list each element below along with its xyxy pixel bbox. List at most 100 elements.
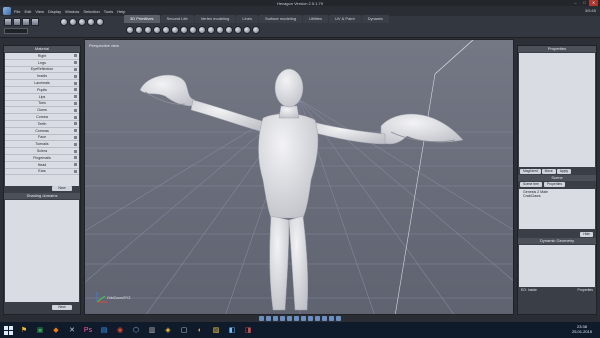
- material-item[interactable]: Legs: [5, 60, 79, 67]
- cylinder-icon[interactable]: [144, 26, 152, 34]
- taskbar-app-icon[interactable]: ◨: [241, 323, 255, 337]
- hide-button[interactable]: Hide: [580, 232, 593, 237]
- menu-help[interactable]: Help: [117, 9, 125, 14]
- new-shading-domain-button[interactable]: New: [52, 305, 72, 310]
- 3d-viewport[interactable]: Perspective view Orb/Zoom/XYZ: [84, 39, 514, 315]
- taskbar-app-icon[interactable]: ▣: [33, 323, 47, 337]
- mag-ident-button[interactable]: Mag/Ident: [520, 169, 541, 174]
- tube-icon[interactable]: [189, 26, 197, 34]
- material-item[interactable]: Irradis: [5, 73, 79, 81]
- tab-3d-primitives[interactable]: 3D Primitives: [124, 15, 160, 23]
- snap-icon[interactable]: [259, 316, 264, 321]
- taskbar-app-icon[interactable]: ⬡: [129, 323, 143, 337]
- cube-icon[interactable]: [135, 26, 143, 34]
- pan-icon[interactable]: [280, 316, 285, 321]
- light-icon[interactable]: [308, 316, 313, 321]
- taskbar-app-icon[interactable]: ▢: [177, 323, 191, 337]
- new-material-button[interactable]: New: [52, 186, 72, 191]
- material-item[interactable]: Head: [5, 162, 79, 169]
- menu-edit[interactable]: Edit: [24, 9, 31, 14]
- grid-snap-icon[interactable]: [266, 316, 271, 321]
- material-item[interactable]: Lacrimals: [5, 80, 79, 87]
- menu-tools[interactable]: Tools: [104, 9, 113, 14]
- render-icon[interactable]: [315, 316, 320, 321]
- paint-select-icon[interactable]: [22, 18, 30, 26]
- apply-button[interactable]: Apply: [556, 169, 571, 174]
- text-primitive-icon[interactable]: [252, 26, 260, 34]
- material-item[interactable]: Pupils: [5, 87, 79, 94]
- material-item[interactable]: Face: [5, 135, 79, 142]
- center-icon[interactable]: [96, 18, 104, 26]
- scene-item[interactable]: CrabClaws: [523, 194, 591, 198]
- material-item[interactable]: Teeth: [5, 121, 79, 128]
- material-item[interactable]: Right: [5, 53, 79, 60]
- material-item[interactable]: Sclera: [5, 148, 79, 155]
- magic-select-icon[interactable]: [31, 18, 39, 26]
- plane-icon[interactable]: [171, 26, 179, 34]
- move-button[interactable]: Move: [541, 169, 556, 174]
- tab-utilities[interactable]: Utilities: [303, 15, 328, 23]
- orbit-icon[interactable]: [294, 316, 299, 321]
- material-item[interactable]: Lips: [5, 94, 79, 101]
- taskbar-app-icon[interactable]: Ps: [81, 323, 95, 337]
- menu-view[interactable]: View: [35, 9, 44, 14]
- sphere-icon[interactable]: [126, 26, 134, 34]
- spiral-icon[interactable]: [243, 26, 251, 34]
- taskbar-app-icon[interactable]: ◆: [49, 323, 63, 337]
- material-item[interactable]: Cornea: [5, 114, 79, 121]
- zoom-icon[interactable]: [287, 316, 292, 321]
- move-icon[interactable]: [60, 18, 68, 26]
- menu-window[interactable]: Window: [65, 9, 79, 14]
- status-right[interactable]: Properties: [578, 288, 593, 292]
- taskbar-app-icon[interactable]: ⚑: [17, 323, 31, 337]
- star-icon[interactable]: [198, 26, 206, 34]
- taskbar-app-icon[interactable]: ◈: [161, 323, 175, 337]
- frame-icon[interactable]: [301, 316, 306, 321]
- camera-icon[interactable]: [273, 316, 278, 321]
- tab-scene-properties[interactable]: Properties: [543, 182, 565, 187]
- taskbar-app-icon[interactable]: ▥: [145, 323, 159, 337]
- material-item[interactable]: Gums: [5, 107, 79, 115]
- selection-field[interactable]: [4, 28, 28, 34]
- tab-surface-modeling[interactable]: Surface modeling: [258, 15, 303, 23]
- material-item[interactable]: EyeReflection: [5, 67, 79, 74]
- menu-file[interactable]: File: [14, 9, 20, 14]
- tab-vertex-modeling[interactable]: Vertex modeling: [194, 15, 236, 23]
- rotate-icon[interactable]: [69, 18, 77, 26]
- disc-icon[interactable]: [180, 26, 188, 34]
- material-item[interactable]: Fingernails: [5, 155, 79, 162]
- taskbar-app-icon[interactable]: ◐: [193, 323, 207, 337]
- lasso-icon[interactable]: [13, 18, 21, 26]
- start-button-icon[interactable]: [0, 322, 16, 338]
- material-item[interactable]: Toes: [5, 101, 79, 108]
- taskbar-clock[interactable]: 23:38 25.01.2015: [572, 324, 592, 334]
- tab-uv-paint[interactable]: UV & Paint: [328, 15, 361, 23]
- viewport-scene[interactable]: [85, 40, 514, 315]
- select-arrow-icon[interactable]: [4, 18, 12, 26]
- material-item[interactable]: Ears: [5, 169, 79, 176]
- taskbar-app-icon[interactable]: ▤: [97, 323, 111, 337]
- universal-icon[interactable]: [87, 18, 95, 26]
- menu-selection[interactable]: Selection: [83, 9, 99, 14]
- tab-scene-tree[interactable]: Scene tree: [520, 182, 542, 187]
- taskbar-app-icon[interactable]: ✕: [65, 323, 79, 337]
- wireframe-icon[interactable]: [322, 316, 327, 321]
- taskbar-app-icon[interactable]: ◧: [225, 323, 239, 337]
- texture-icon[interactable]: [336, 316, 341, 321]
- menu-display[interactable]: Display: [48, 9, 61, 14]
- tab-second-life[interactable]: Second Life: [160, 15, 194, 23]
- scale-icon[interactable]: [78, 18, 86, 26]
- tab-dynamic[interactable]: Dynamic: [361, 15, 390, 23]
- tab-lines[interactable]: Lines: [236, 15, 258, 23]
- material-item[interactable]: Corneas: [5, 128, 79, 135]
- cone-icon[interactable]: [153, 26, 161, 34]
- pyramid-icon[interactable]: [207, 26, 215, 34]
- torus-icon[interactable]: [162, 26, 170, 34]
- shaded-icon[interactable]: [329, 316, 334, 321]
- material-item[interactable]: Toenails: [5, 141, 79, 149]
- grid-plane-icon[interactable]: [234, 26, 242, 34]
- capsule-icon[interactable]: [225, 26, 233, 34]
- taskbar-app-icon[interactable]: ◉: [113, 323, 127, 337]
- taskbar-app-icon[interactable]: ▨: [209, 323, 223, 337]
- prism-icon[interactable]: [216, 26, 224, 34]
